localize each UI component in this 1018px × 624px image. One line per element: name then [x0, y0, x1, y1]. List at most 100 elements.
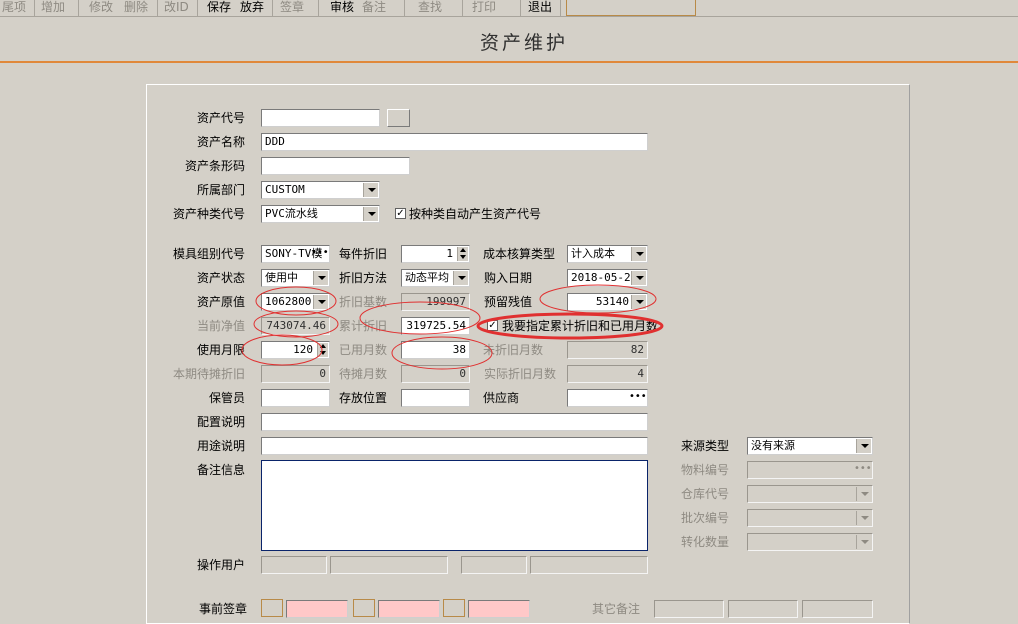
sign-field-3 — [468, 600, 530, 618]
asset-barcode-label: 资产条形码 — [184, 159, 245, 173]
net-value-value: 743074.46 — [261, 317, 330, 335]
source-type-value: 没有来源 — [751, 439, 795, 452]
remark-info-textarea[interactable] — [261, 460, 648, 551]
depreciation-per-label: 每件折旧 — [338, 247, 387, 261]
remark-info-label: 备注信息 — [196, 463, 245, 477]
ellipsis-icon[interactable]: ••• — [311, 247, 329, 261]
cost-type-select[interactable]: 计入成本 — [567, 245, 648, 263]
department-select[interactable]: CUSTOM — [261, 181, 380, 199]
chevron-down-icon[interactable] — [631, 295, 646, 309]
sign-button[interactable]: 签章 — [280, 0, 304, 16]
net-value-label: 当前净值 — [196, 319, 245, 333]
pre-sign-label: 事前签章 — [198, 602, 247, 616]
cost-type-label: 成本核算类型 — [482, 247, 555, 261]
spinner-icon[interactable] — [457, 247, 468, 261]
warehouse-code-select[interactable] — [747, 485, 873, 503]
actual-months-label: 实际折旧月数 — [483, 367, 556, 381]
specify-accumulated-checkbox[interactable]: ✓ — [487, 320, 498, 331]
residual-value-value: 53140 — [595, 295, 629, 308]
save-button[interactable]: 保存 — [207, 0, 231, 16]
pending-amortization-value: 0 — [261, 365, 330, 383]
chevron-down-icon[interactable] — [453, 271, 468, 285]
chevron-down-icon[interactable] — [856, 511, 871, 525]
sign-button-1[interactable] — [261, 599, 283, 617]
asset-code-label: 资产代号 — [196, 111, 245, 125]
usage-months-value: 120 — [293, 343, 313, 356]
chevron-down-icon[interactable] — [313, 271, 328, 285]
accumulated-depreciation-label: 累计折旧 — [338, 319, 387, 333]
depreciation-method-value: 动态平均 — [405, 271, 449, 284]
chevron-down-icon[interactable] — [363, 207, 378, 221]
other-remark-field-3 — [802, 600, 873, 618]
sign-button-3[interactable] — [443, 599, 465, 617]
purchase-date-label: 购入日期 — [483, 271, 532, 285]
sign-button-2[interactable] — [353, 599, 375, 617]
audit-button[interactable]: 审核 — [330, 0, 354, 16]
asset-status-value: 使用中 — [265, 271, 298, 284]
auto-code-checkbox[interactable]: ✓ — [395, 208, 406, 219]
depreciation-method-label: 折旧方法 — [338, 271, 387, 285]
pending-months-value: 0 — [401, 365, 470, 383]
ellipsis-icon[interactable]: ••• — [629, 391, 647, 405]
conversion-qty-select[interactable] — [747, 533, 873, 551]
add-button[interactable]: 增加 — [41, 0, 65, 16]
chevron-down-icon[interactable] — [631, 271, 646, 285]
source-type-select[interactable]: 没有来源 — [747, 437, 873, 455]
usage-desc-input[interactable] — [261, 437, 648, 455]
toolbar-separator — [520, 0, 521, 16]
chevron-down-icon[interactable] — [856, 535, 871, 549]
print-button[interactable]: 打印 — [472, 0, 496, 16]
exit-button[interactable]: 退出 — [528, 0, 552, 16]
spinner-icon[interactable] — [317, 343, 328, 357]
search-button[interactable]: 查找 — [418, 0, 442, 16]
toolbar-separator — [462, 0, 463, 16]
discard-button[interactable]: 放弃 — [240, 0, 264, 16]
toolbar-status-box — [566, 0, 696, 16]
category-code-value: PVC流水线 — [265, 207, 318, 220]
accumulated-depreciation-input[interactable]: 319725.54 — [401, 317, 470, 335]
usage-months-input[interactable]: 120 — [261, 341, 330, 359]
config-desc-label: 配置说明 — [196, 415, 245, 429]
delete-button[interactable]: 删除 — [124, 0, 148, 16]
chevron-down-icon[interactable] — [856, 439, 871, 453]
toolbar: 尾项 增加 修改 删除 改ID 保存 放弃 签章 审核 备注 查找 打印 退出 — [0, 0, 1018, 17]
used-months-input[interactable]: 38 — [401, 341, 470, 359]
custodian-label: 保管员 — [208, 391, 245, 405]
usage-desc-label: 用途说明 — [196, 439, 245, 453]
chevron-down-icon[interactable] — [631, 247, 646, 261]
asset-code-input[interactable] — [261, 109, 380, 127]
remark-button[interactable]: 备注 — [362, 0, 386, 16]
storage-location-input[interactable] — [401, 389, 470, 407]
asset-status-select[interactable]: 使用中 — [261, 269, 330, 287]
depreciation-per-input[interactable]: 1 — [401, 245, 470, 263]
config-desc-input[interactable] — [261, 413, 648, 431]
depreciation-method-select[interactable]: 动态平均 — [401, 269, 470, 287]
category-code-select[interactable]: PVC流水线 — [261, 205, 380, 223]
asset-barcode-input[interactable] — [261, 157, 410, 175]
chevron-down-icon[interactable] — [363, 183, 378, 197]
change-id-button[interactable]: 改ID — [164, 0, 189, 16]
ellipsis-icon[interactable]: ••• — [854, 463, 872, 477]
custodian-input[interactable] — [261, 389, 330, 407]
asset-name-input[interactable]: DDD — [261, 133, 648, 151]
storage-location-label: 存放位置 — [338, 391, 387, 405]
toolbar-separator — [318, 0, 319, 16]
depreciation-per-value: 1 — [446, 247, 453, 260]
material-no-input[interactable]: ••• — [747, 461, 873, 479]
purchase-date-picker[interactable]: 2018-05-23 — [567, 269, 648, 287]
chevron-down-icon[interactable] — [313, 295, 328, 309]
mold-group-input[interactable]: SONY-TV模 ••• — [261, 245, 330, 263]
auto-code-label: 按种类自动产生资产代号 — [409, 207, 542, 221]
modify-button[interactable]: 修改 — [89, 0, 113, 16]
original-value-input[interactable]: 1062800 — [261, 293, 330, 311]
batch-no-select[interactable] — [747, 509, 873, 527]
asset-code-lookup-button[interactable] — [387, 109, 410, 127]
pending-months-label: 待摊月数 — [338, 367, 387, 381]
chevron-down-icon[interactable] — [856, 487, 871, 501]
toolbar-separator — [560, 0, 561, 16]
supplier-input[interactable]: ••• — [567, 389, 648, 407]
toolbar-separator — [197, 0, 198, 16]
residual-value-input[interactable]: 53140 — [567, 293, 648, 311]
other-remark-field-2 — [728, 600, 798, 618]
tail-button[interactable]: 尾项 — [2, 0, 26, 16]
